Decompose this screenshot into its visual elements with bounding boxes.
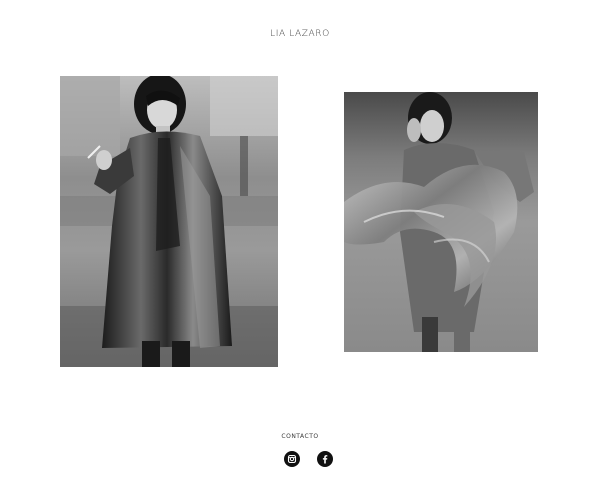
flowing-fabric-photo-image bbox=[344, 92, 538, 352]
facebook-icon[interactable] bbox=[317, 451, 333, 467]
page: LIA LAZARO CONTACTO bbox=[0, 0, 600, 500]
gallery-photo-flowing-fabric[interactable] bbox=[344, 92, 538, 352]
instagram-icon[interactable] bbox=[284, 451, 300, 467]
site-logo-title[interactable]: LIA LAZARO bbox=[0, 29, 600, 39]
gallery-photo-trench-coat[interactable] bbox=[60, 76, 278, 367]
trench-coat-photo-image bbox=[60, 76, 278, 367]
contact-label[interactable]: CONTACTO bbox=[0, 433, 600, 440]
